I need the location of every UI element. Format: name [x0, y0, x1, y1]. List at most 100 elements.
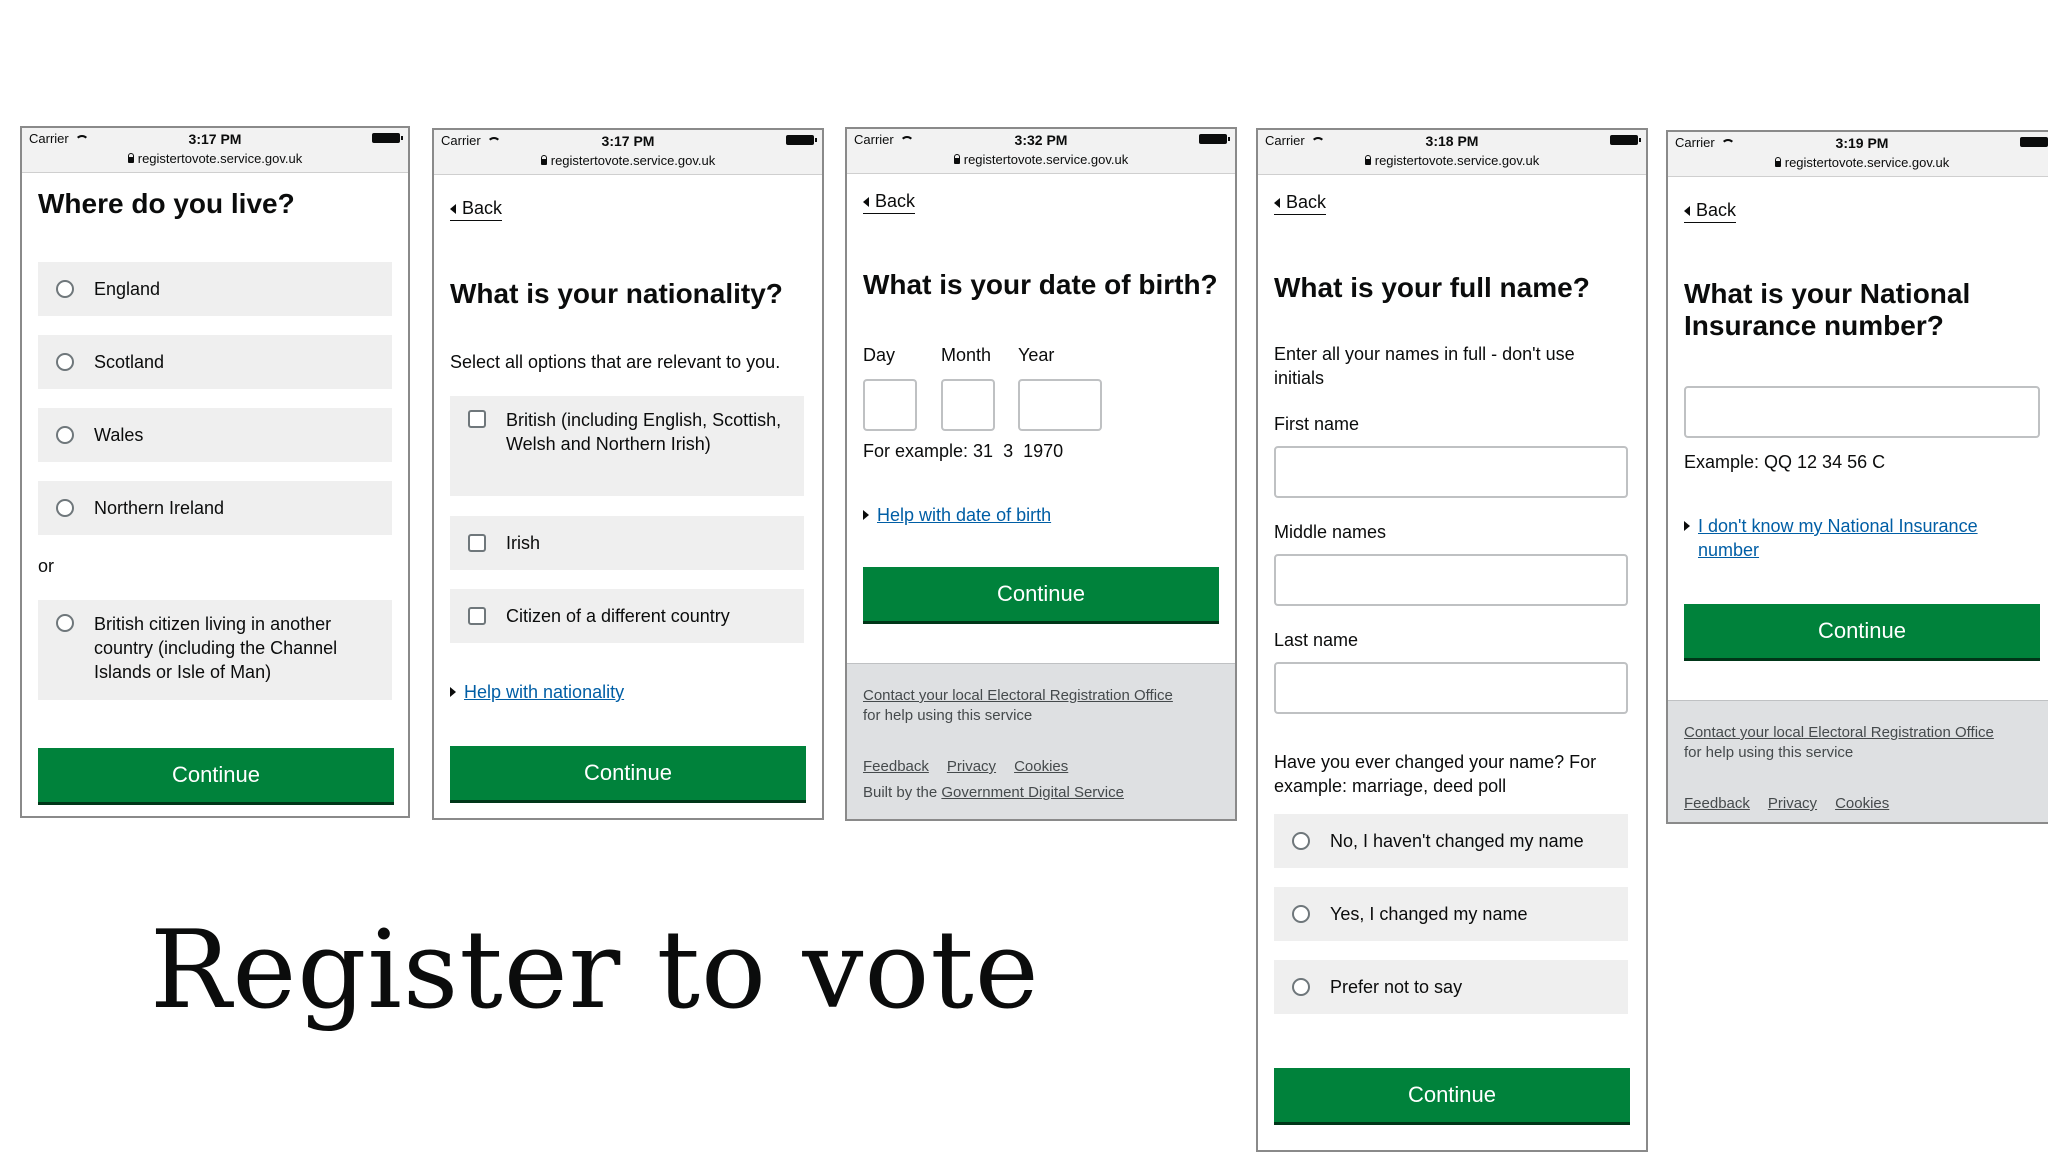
- phone-screen-national-insurance: Carrier 3:19 PM registertovote.service.g…: [1666, 130, 2048, 824]
- footer-contact-text: for help using this service: [863, 707, 1033, 724]
- privacy-link[interactable]: Privacy: [1768, 795, 1817, 812]
- continue-button[interactable]: Continue: [1684, 604, 2040, 658]
- option-label: Northern Ireland: [94, 498, 225, 518]
- status-bar: Carrier 3:17 PM registertovote.service.g…: [22, 128, 408, 173]
- name-change-question: Have you ever changed your name? For exa…: [1274, 752, 1597, 796]
- status-time: 3:19 PM: [1835, 135, 1889, 151]
- phone-screen-where-do-you-live: Carrier 3:17 PM registertovote.service.g…: [20, 126, 410, 818]
- disclosure-arrow-icon: [450, 687, 456, 697]
- gds-link[interactable]: Government Digital Service: [941, 784, 1124, 801]
- page-title: Where do you live?: [38, 188, 295, 219]
- feedback-link[interactable]: Feedback: [863, 758, 929, 775]
- back-link[interactable]: Back: [1274, 192, 1327, 215]
- checkbox-option-british[interactable]: British (including English, Scottish, We…: [450, 396, 804, 496]
- day-input[interactable]: [863, 379, 917, 431]
- continue-button[interactable]: Continue: [1274, 1068, 1630, 1122]
- url-bar[interactable]: registertovote.service.gov.uk: [22, 151, 408, 166]
- battery-icon: [2020, 137, 2048, 147]
- radio-button[interactable]: [56, 280, 74, 298]
- footer-contact-text: for help using this service: [1684, 744, 1854, 761]
- radio-button[interactable]: [1292, 905, 1310, 923]
- continue-button[interactable]: Continue: [38, 748, 394, 802]
- ni-number-input[interactable]: [1684, 386, 2040, 438]
- back-link[interactable]: Back: [1684, 200, 1737, 223]
- back-link[interactable]: Back: [863, 191, 916, 214]
- first-name-input[interactable]: [1274, 446, 1628, 498]
- radio-option-wales[interactable]: Wales: [38, 408, 392, 462]
- checkbox[interactable]: [468, 410, 486, 428]
- status-bar: Carrier 3:18 PM registertovote.service.g…: [1258, 130, 1646, 175]
- contact-ero-link[interactable]: Contact your local Electoral Registratio…: [1684, 724, 1994, 741]
- disclosure-arrow-icon: [1684, 521, 1690, 531]
- checkbox[interactable]: [468, 607, 486, 625]
- status-bar: Carrier 3:19 PM registertovote.service.g…: [1668, 132, 2048, 177]
- radio-option-abroad[interactable]: British citizen living in another countr…: [38, 600, 392, 700]
- option-label: Yes, I changed my name: [1330, 904, 1528, 924]
- disclosure-arrow-icon: [863, 510, 869, 520]
- dont-know-ni-link[interactable]: I don't know my National Insurance numbe…: [1684, 514, 2004, 562]
- footer-contact: Contact your local Electoral Registratio…: [1684, 723, 2004, 763]
- month-input[interactable]: [941, 379, 995, 431]
- cookies-link[interactable]: Cookies: [1014, 758, 1068, 775]
- radio-option-prefer-not[interactable]: Prefer not to say: [1274, 960, 1628, 1014]
- middle-names-label: Middle names: [1274, 522, 1387, 542]
- last-name-input[interactable]: [1274, 662, 1628, 714]
- radio-button[interactable]: [1292, 832, 1310, 850]
- radio-button[interactable]: [56, 353, 74, 371]
- url-bar[interactable]: registertovote.service.gov.uk: [1258, 153, 1646, 168]
- battery-icon: [786, 135, 817, 145]
- radio-option-england[interactable]: England: [38, 262, 392, 316]
- cookies-link[interactable]: Cookies: [1835, 795, 1889, 812]
- day-label: Day: [863, 345, 896, 365]
- page-title: What is your nationality?: [450, 278, 783, 309]
- battery-icon: [372, 133, 403, 143]
- footer-links: Feedback Privacy Cookies: [1684, 795, 1889, 812]
- page-title: What is your National Insurance number?: [1684, 278, 1971, 341]
- option-label: Wales: [94, 425, 144, 445]
- option-label: No, I haven't changed my name: [1330, 831, 1584, 851]
- radio-option-northern-ireland[interactable]: Northern Ireland: [38, 481, 392, 535]
- help-date-of-birth-link[interactable]: Help with date of birth: [863, 503, 1051, 527]
- status-time: 3:18 PM: [1425, 133, 1479, 149]
- radio-button[interactable]: [56, 614, 74, 632]
- radio-option-scotland[interactable]: Scotland: [38, 335, 392, 389]
- option-label: Citizen of a different country: [506, 606, 730, 626]
- option-label: British (including English, Scottish, We…: [506, 410, 782, 454]
- privacy-link[interactable]: Privacy: [947, 758, 996, 775]
- checkbox-option-irish[interactable]: Irish: [450, 516, 804, 570]
- battery-icon: [1610, 135, 1641, 145]
- contact-ero-link[interactable]: Contact your local Electoral Registratio…: [863, 687, 1173, 704]
- radio-option-changed[interactable]: Yes, I changed my name: [1274, 887, 1628, 941]
- slide-caption: Register to vote: [150, 908, 1040, 1033]
- lock-icon: [1364, 155, 1371, 165]
- site-footer: Contact your local Electoral Registratio…: [847, 663, 1235, 819]
- phone-screen-date-of-birth: Carrier 3:32 PM registertovote.service.g…: [845, 127, 1237, 821]
- option-label: British citizen living in another countr…: [94, 614, 338, 682]
- phone-screen-full-name: Carrier 3:18 PM registertovote.service.g…: [1256, 128, 1648, 1152]
- footer-contact: Contact your local Electoral Registratio…: [863, 686, 1183, 726]
- back-link[interactable]: Back: [450, 198, 503, 221]
- continue-button[interactable]: Continue: [863, 567, 1219, 621]
- feedback-link[interactable]: Feedback: [1684, 795, 1750, 812]
- checkbox[interactable]: [468, 534, 486, 552]
- radio-option-no-change[interactable]: No, I haven't changed my name: [1274, 814, 1628, 868]
- option-label: Irish: [506, 533, 541, 553]
- help-nationality-link[interactable]: Help with nationality: [450, 680, 624, 704]
- hint-text: Enter all your names in full - don't use…: [1274, 344, 1575, 388]
- radio-button[interactable]: [56, 426, 74, 444]
- middle-names-input[interactable]: [1274, 554, 1628, 606]
- url-bar[interactable]: registertovote.service.gov.uk: [1668, 155, 2048, 170]
- checkbox-option-other-country[interactable]: Citizen of a different country: [450, 589, 804, 643]
- phone-screen-nationality: Carrier 3:17 PM registertovote.service.g…: [432, 128, 824, 820]
- radio-button[interactable]: [56, 499, 74, 517]
- hint-text: Select all options that are relevant to …: [450, 352, 781, 372]
- continue-button[interactable]: Continue: [450, 746, 806, 800]
- option-label: Scotland: [94, 352, 165, 372]
- url-bar[interactable]: registertovote.service.gov.uk: [847, 152, 1235, 167]
- radio-button[interactable]: [1292, 978, 1310, 996]
- url-bar[interactable]: registertovote.service.gov.uk: [434, 153, 822, 168]
- option-label: Prefer not to say: [1330, 977, 1463, 997]
- lock-icon: [953, 154, 960, 164]
- year-input[interactable]: [1018, 379, 1102, 431]
- built-by-text: Built by the: [863, 784, 942, 801]
